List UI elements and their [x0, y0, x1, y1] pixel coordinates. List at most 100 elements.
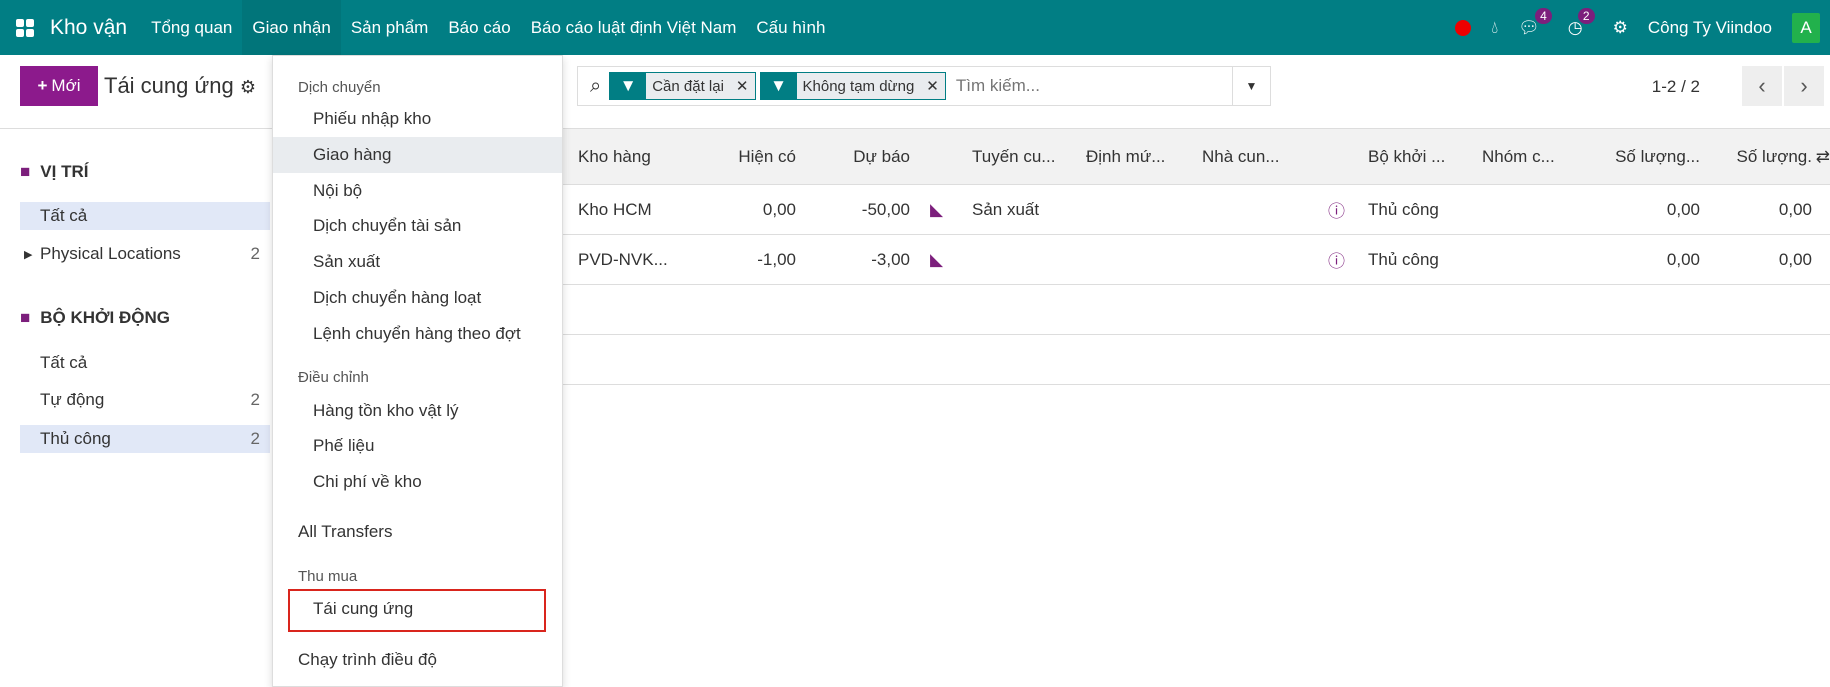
remove-facet-icon[interactable]: ✕: [926, 77, 939, 95]
cell-bo-khoi-dong: Thủ công: [1368, 249, 1439, 269]
cell-tuyen: Sản xuất: [972, 199, 1040, 219]
remove-facet-icon[interactable]: ✕: [736, 77, 749, 95]
pager-value[interactable]: 1-2 / 2: [1652, 77, 1700, 97]
optional-columns-icon[interactable]: ⇄: [1816, 129, 1830, 184]
activities-icon[interactable]: ◷ 2: [1568, 7, 1595, 38]
menu-item-phe-lieu[interactable]: Phế liệu: [273, 428, 562, 464]
col-nhom[interactable]: Nhóm c...: [1482, 129, 1555, 184]
item-count: 2: [250, 429, 260, 448]
apps-menu-icon[interactable]: [0, 18, 50, 38]
menu-bao-cao-luat-dinh[interactable]: Báo cáo luật định Việt Nam: [521, 0, 747, 55]
forecast-chart-icon[interactable]: ◣: [930, 185, 943, 234]
filter-icon: ▼: [610, 73, 647, 99]
group-bo-khoi-dong: ■ BỘ KHỞI ĐỘNG: [20, 308, 170, 328]
item-label: Physical Locations: [40, 244, 181, 263]
forecast-chart-icon[interactable]: ◣: [930, 235, 943, 284]
messages-icon[interactable]: 💬︎ 4: [1518, 7, 1552, 38]
col-bo-khoi-dong[interactable]: Bộ khởi ...: [1368, 129, 1445, 184]
pager-next-button[interactable]: ›: [1784, 66, 1824, 106]
col-tuyen[interactable]: Tuyến cu...: [972, 129, 1055, 184]
cell-hien-co: 0,00: [762, 199, 796, 219]
sidebar-item-tat-ca[interactable]: Tất cả: [20, 202, 270, 230]
menu-item-giao-hang[interactable]: Giao hàng: [273, 137, 562, 173]
item-count: 2: [250, 390, 260, 409]
record-icon[interactable]: [1455, 19, 1472, 36]
avatar[interactable]: A: [1792, 12, 1820, 43]
menu-item-chi-phi-ve-kho[interactable]: Chi phí về kho: [273, 464, 562, 500]
item-label: Thủ công: [40, 429, 111, 448]
menu-item-san-xuat[interactable]: Sản xuất: [273, 244, 562, 280]
menu-item-dich-chuyen-tai-san[interactable]: Dịch chuyển tài sản: [273, 208, 562, 244]
col-du-bao[interactable]: Dự báo: [853, 129, 910, 184]
app-name[interactable]: Kho vận: [50, 16, 127, 40]
col-dinh-muc[interactable]: Định mứ...: [1086, 129, 1165, 184]
group-title: BỘ KHỞI ĐỘNG: [40, 308, 171, 327]
search-icon[interactable]: ⌕: [590, 75, 601, 98]
drop-icon[interactable]: 💧︎: [1491, 18, 1498, 38]
settings-icon[interactable]: ⚙: [1613, 18, 1628, 38]
empty-row: [562, 335, 1830, 385]
cell-so-luong-2: 0,00: [1778, 249, 1812, 269]
cell-kho-hang: PVD-NVK...: [578, 249, 668, 269]
item-label: Tất cả: [40, 206, 88, 225]
gear-icon[interactable]: ⚙: [240, 77, 256, 97]
caret-right-icon[interactable]: ▶: [24, 248, 32, 261]
sidebar-item-physical-locations[interactable]: ▶ Physical Locations 2: [20, 240, 270, 268]
sidebar-item-thu-cong[interactable]: Thủ công 2: [20, 425, 270, 453]
menu-item-hang-ton-kho[interactable]: Hàng tồn kho vật lý: [273, 393, 562, 429]
col-so-luong-1[interactable]: Số lượng...: [1615, 129, 1700, 184]
sidebar-item-tu-dong[interactable]: Tự động 2: [20, 386, 270, 414]
new-label: Mới: [51, 76, 81, 95]
giao-nhan-dropdown: Dịch chuyển Phiếu nhập kho Giao hàng Nội…: [272, 55, 563, 687]
facet-label: Không tạm dừng: [802, 77, 915, 95]
info-icon[interactable]: ⓘ: [1328, 235, 1345, 284]
menu-item-chay-trinh-dieu-do[interactable]: Chạy trình điều độ: [273, 642, 562, 678]
sidebar-item-tat-ca-2[interactable]: Tất cả: [20, 349, 270, 377]
col-so-luong-2[interactable]: Số lượng.: [1737, 129, 1812, 184]
breadcrumb: Tái cung ứng ⚙: [104, 73, 256, 99]
menu-giao-nhan[interactable]: Giao nhận: [242, 0, 341, 55]
col-hien-co[interactable]: Hiện có: [738, 129, 796, 184]
top-navbar: Kho vận Tổng quan Giao nhận Sản phẩm Báo…: [0, 0, 1830, 55]
col-kho-hang[interactable]: Kho hàng: [578, 129, 651, 184]
cell-bo-khoi-dong: Thủ công: [1368, 199, 1439, 219]
menu-item-lenh-chuyen-hang[interactable]: Lệnh chuyển hàng theo đợt: [273, 316, 562, 352]
pager-previous-button[interactable]: ‹: [1742, 66, 1782, 106]
cell-so-luong-1: 0,00: [1666, 199, 1700, 219]
menu-cau-hinh[interactable]: Cấu hình: [746, 0, 835, 55]
section-dieu-chinh: Điều chỉnh: [298, 369, 369, 386]
cell-kho-hang: Kho HCM: [578, 199, 652, 219]
table-row[interactable]: Kho HCM 0,00 -50,00 ◣ Sản xuất ⓘ Thủ côn…: [562, 185, 1830, 235]
group-title: VỊ TRÍ: [40, 162, 89, 181]
menu-item-dich-chuyen-hang-loat[interactable]: Dịch chuyển hàng loạt: [273, 280, 562, 316]
item-label: Tất cả: [40, 353, 88, 372]
filter-icon: ▼: [760, 73, 797, 99]
new-button[interactable]: + Mới: [20, 66, 98, 106]
activities-badge: 2: [1577, 7, 1595, 24]
menu-item-noi-bo[interactable]: Nội bộ: [273, 173, 562, 209]
highlight-box: [288, 589, 546, 632]
table-row[interactable]: PVD-NVK... -1,00 -3,00 ◣ ⓘ Thủ công 0,00…: [562, 235, 1830, 285]
folder-icon: ■: [20, 162, 31, 181]
page-title: Tái cung ứng: [104, 73, 234, 98]
folder-icon: ■: [20, 308, 31, 327]
search-options-toggle[interactable]: ▼: [1232, 67, 1270, 105]
company-switcher[interactable]: Công Ty Viindoo: [1648, 18, 1772, 38]
search-input[interactable]: [955, 76, 1176, 96]
facet-label: Cần đặt lại: [652, 77, 724, 95]
messages-badge: 4: [1535, 7, 1552, 24]
menu-san-pham[interactable]: Sản phẩm: [341, 0, 439, 55]
col-nha-cung-cap[interactable]: Nhà cun...: [1202, 129, 1280, 184]
cell-so-luong-1: 0,00: [1666, 249, 1700, 269]
section-dich-chuyen: Dịch chuyển: [298, 79, 381, 96]
plus-icon: +: [37, 76, 48, 95]
facet-can-dat-lai: ▼ Cần đặt lại ✕: [609, 72, 756, 100]
menu-item-phieu-nhap-kho[interactable]: Phiếu nhập kho: [273, 101, 562, 137]
menu-tong-quan[interactable]: Tổng quan: [141, 0, 242, 55]
item-count: 2: [250, 244, 260, 263]
cell-du-bao: -50,00: [861, 199, 910, 219]
menu-item-all-transfers[interactable]: All Transfers: [273, 514, 562, 550]
menu-bao-cao[interactable]: Báo cáo: [438, 0, 520, 55]
info-icon[interactable]: ⓘ: [1328, 185, 1345, 234]
cell-hien-co: -1,00: [757, 249, 796, 269]
